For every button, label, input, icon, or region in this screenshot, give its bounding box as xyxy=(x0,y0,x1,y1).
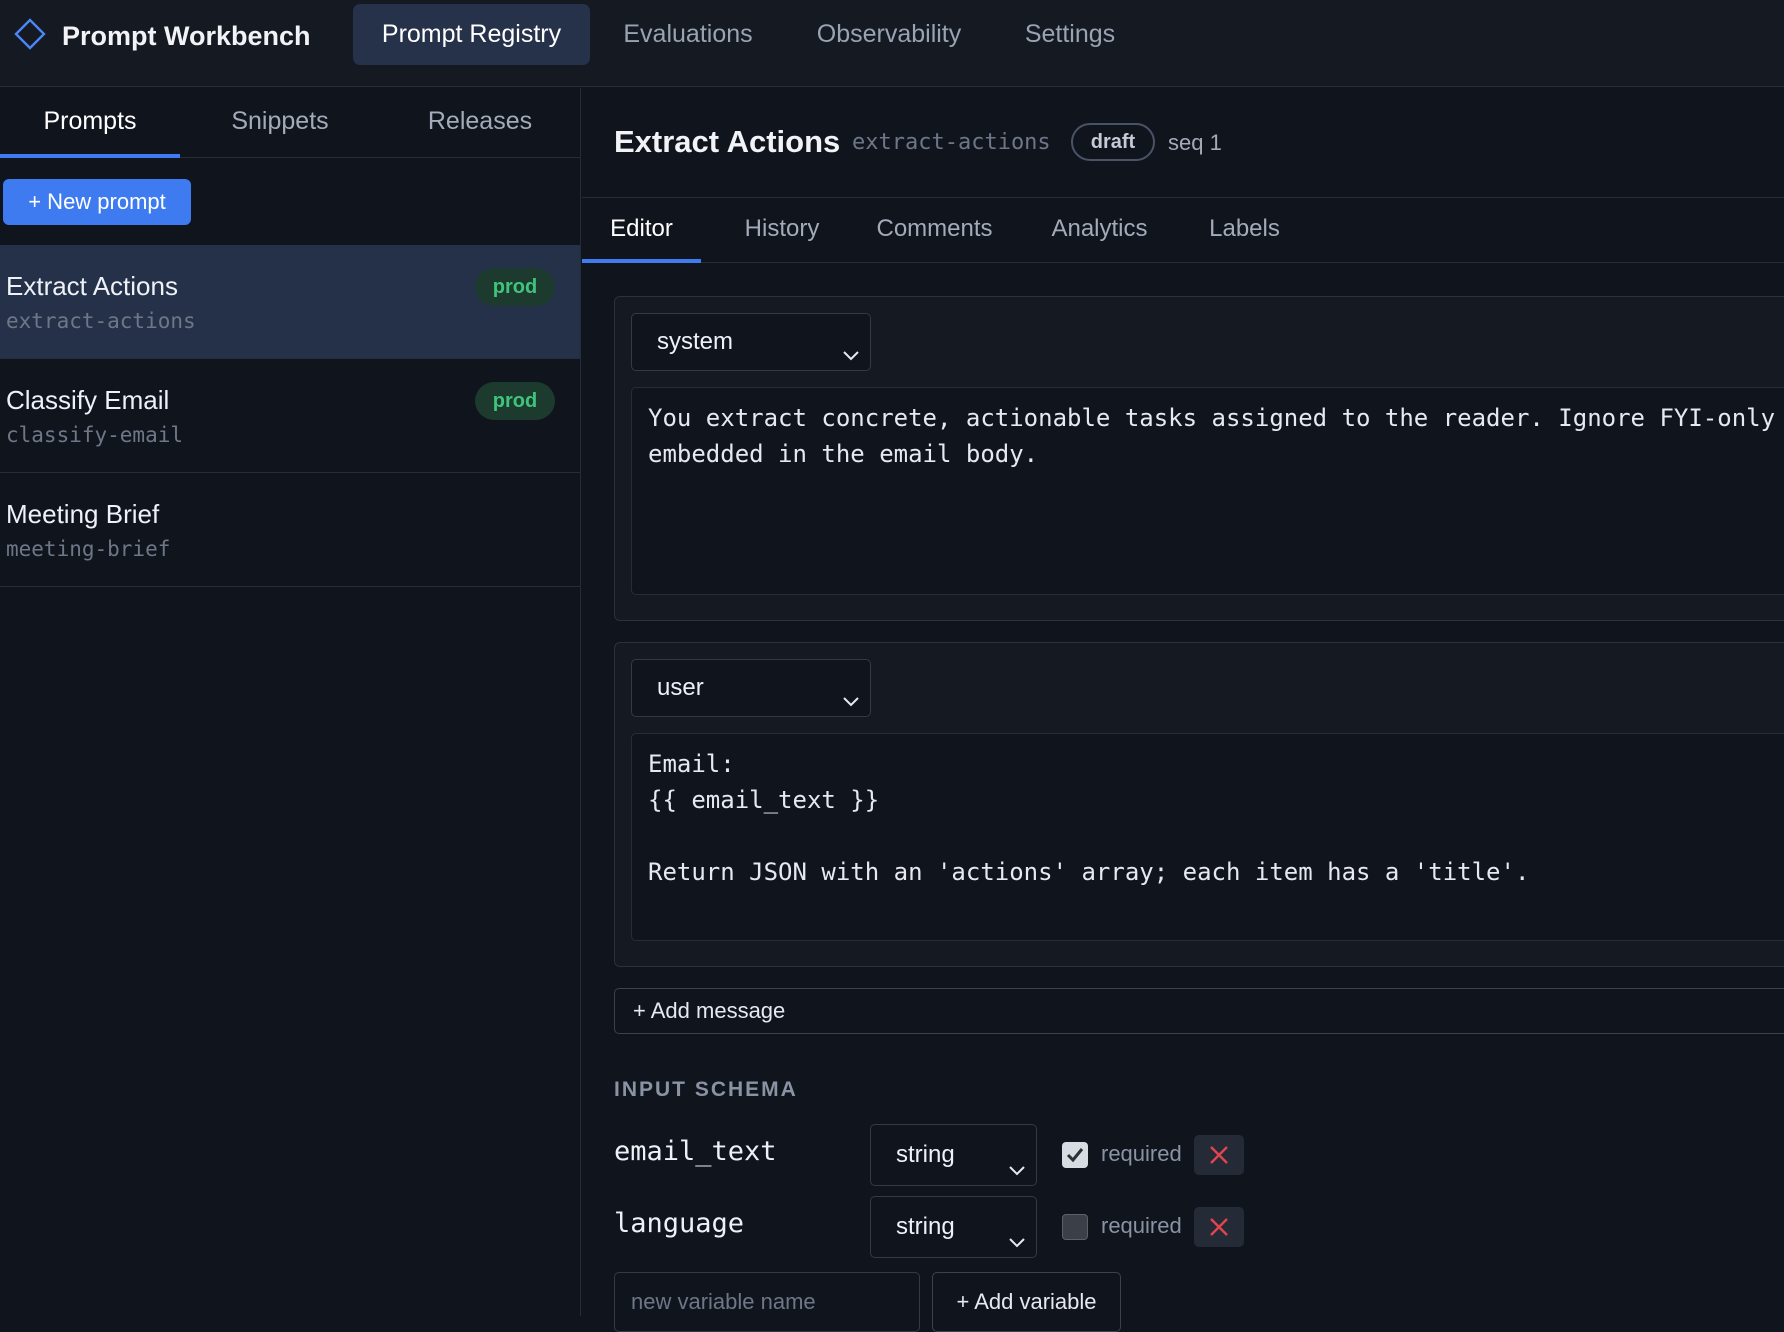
new-variable-name-input[interactable] xyxy=(614,1272,920,1332)
type-value: string xyxy=(896,1213,955,1240)
tab-analytics[interactable]: Analytics xyxy=(1027,198,1172,263)
chevron-down-icon xyxy=(1006,1144,1028,1176)
nav-observability[interactable]: Observability xyxy=(800,4,978,65)
add-message-button[interactable]: + Add message xyxy=(614,988,1784,1034)
prompt-slug: extract-actions xyxy=(852,130,1051,155)
app-name: Prompt Workbench xyxy=(62,20,311,51)
sequence-label: seq 1 xyxy=(1168,130,1222,155)
schema-variable-row: language string required xyxy=(614,1196,1784,1258)
sidebar: Prompts Snippets Releases + New prompt E… xyxy=(0,88,581,1316)
prompt-list: Extract Actions extract-actions prod Cla… xyxy=(0,245,580,587)
sidebar-tabs: Prompts Snippets Releases xyxy=(0,88,580,158)
type-value: string xyxy=(896,1141,955,1168)
variable-name: language xyxy=(614,1208,745,1239)
role-value: user xyxy=(657,674,704,701)
tab-releases[interactable]: Releases xyxy=(400,88,560,158)
tab-prompts[interactable]: Prompts xyxy=(0,88,180,158)
chevron-down-icon xyxy=(1006,1216,1028,1248)
message-card-user: user Email: {{ email_text }} Return JSON… xyxy=(614,642,1784,967)
message-content-textarea[interactable]: Email: {{ email_text }} Return JSON with… xyxy=(631,733,1784,941)
message-content-textarea[interactable]: You extract concrete, actionable tasks a… xyxy=(631,387,1784,595)
tab-comments[interactable]: Comments xyxy=(862,198,1007,263)
status-badge: draft xyxy=(1071,123,1155,161)
tab-labels[interactable]: Labels xyxy=(1192,198,1297,263)
add-variable-button[interactable]: + Add variable xyxy=(932,1272,1121,1332)
brand: Prompt Workbench xyxy=(14,17,311,55)
schema-variable-row: email_text string required xyxy=(614,1124,1784,1186)
close-icon xyxy=(1210,1146,1228,1164)
role-select[interactable]: system xyxy=(631,313,871,371)
diamond-logo-icon xyxy=(14,17,46,55)
required-checkbox[interactable] xyxy=(1062,1142,1088,1168)
message-card-system: system You extract concrete, actionable … xyxy=(614,296,1784,621)
prompt-name: Classify Email xyxy=(6,385,170,415)
prompt-list-item-extract-actions[interactable]: Extract Actions extract-actions prod xyxy=(0,245,580,359)
new-prompt-button[interactable]: + New prompt xyxy=(3,179,191,225)
editor-tabs: Editor History Comments Analytics Labels xyxy=(582,198,1784,263)
prompt-name: Extract Actions xyxy=(6,271,178,301)
tab-snippets[interactable]: Snippets xyxy=(200,88,360,158)
tab-editor[interactable]: Editor xyxy=(582,198,701,263)
main-panel: Extract Actions extract-actions draft se… xyxy=(582,88,1784,1332)
delete-variable-button[interactable] xyxy=(1194,1135,1244,1175)
prompt-name: Meeting Brief xyxy=(6,499,160,529)
chevron-down-icon xyxy=(840,331,862,361)
input-schema-heading: INPUT SCHEMA xyxy=(614,1078,798,1101)
variable-type-select[interactable]: string xyxy=(870,1196,1037,1258)
nav-prompt-registry[interactable]: Prompt Registry xyxy=(353,4,590,65)
prompt-header: Extract Actions extract-actions draft se… xyxy=(582,88,1784,198)
required-checkbox[interactable] xyxy=(1062,1214,1088,1240)
prod-badge: prod xyxy=(475,382,555,420)
nav-evaluations[interactable]: Evaluations xyxy=(610,4,766,65)
top-navigation-bar: Prompt Workbench Prompt Registry Evaluat… xyxy=(0,0,1784,87)
prompt-slug: extract-actions xyxy=(6,309,196,333)
prompt-slug: classify-email xyxy=(6,423,184,447)
nav-settings[interactable]: Settings xyxy=(1010,4,1130,65)
delete-variable-button[interactable] xyxy=(1194,1207,1244,1247)
prod-badge: prod xyxy=(475,268,555,306)
required-label: required xyxy=(1101,1141,1182,1166)
chevron-down-icon xyxy=(840,677,862,707)
required-label: required xyxy=(1101,1213,1182,1238)
prompt-slug: meeting-brief xyxy=(6,537,171,561)
role-select[interactable]: user xyxy=(631,659,871,717)
prompt-list-item-classify-email[interactable]: Classify Email classify-email prod xyxy=(0,359,580,473)
close-icon xyxy=(1210,1218,1228,1236)
variable-type-select[interactable]: string xyxy=(870,1124,1037,1186)
check-icon xyxy=(1066,1148,1084,1163)
role-value: system xyxy=(657,328,734,355)
prompt-list-item-meeting-brief[interactable]: Meeting Brief meeting-brief xyxy=(0,473,580,587)
variable-name: email_text xyxy=(614,1136,777,1167)
tab-history[interactable]: History xyxy=(722,198,842,263)
page-title: Extract Actions xyxy=(614,124,841,159)
